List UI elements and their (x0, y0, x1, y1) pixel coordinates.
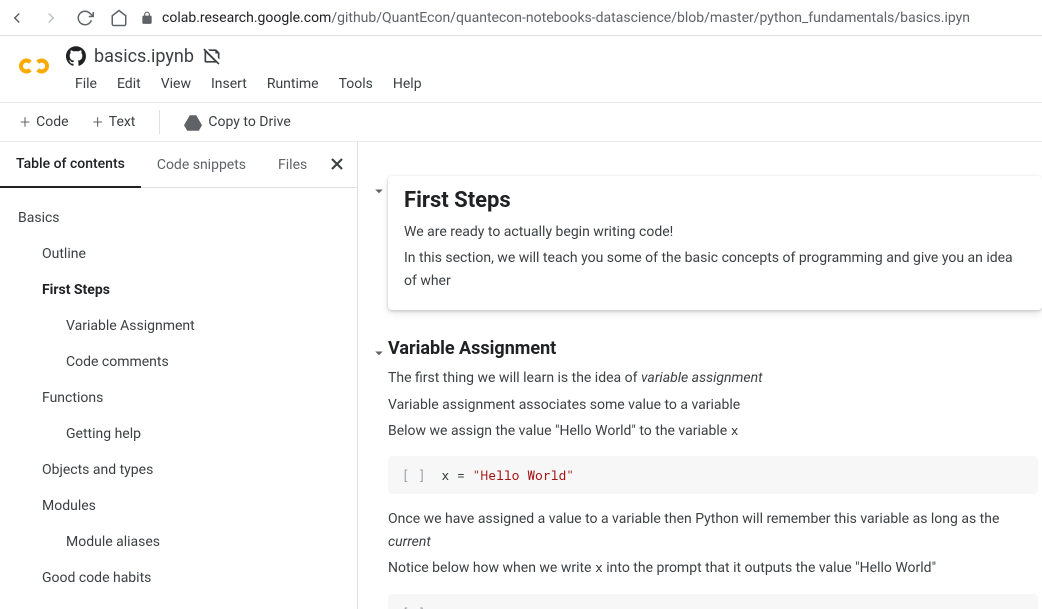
title-row: basics.ipynb (66, 42, 1026, 70)
drive-icon (184, 113, 202, 131)
back-icon[interactable] (8, 9, 26, 27)
add-text-button[interactable]: +Text (85, 106, 144, 139)
collapse-icon[interactable] (370, 344, 388, 362)
table-of-contents: Basics Outline First Steps Variable Assi… (0, 188, 357, 608)
toc-item-code-comments[interactable]: Code comments (0, 344, 357, 380)
var-assign-p3: Below we assign the value "Hello World" … (388, 420, 1038, 442)
browser-toolbar: colab.research.google.com/github/QuantEc… (0, 0, 1042, 36)
toc-item-modules[interactable]: Modules (0, 488, 357, 524)
menu-bar: File Edit View Insert Runtime Tools Help (66, 72, 1026, 102)
home-icon[interactable] (110, 9, 128, 27)
toc-item-module-aliases[interactable]: Module aliases (0, 524, 357, 560)
notebook-content[interactable]: _________ First Steps We are ready to ac… (358, 142, 1042, 609)
var-assign-p1: The first thing we will learn is the ide… (388, 367, 1038, 389)
forward-icon[interactable] (42, 9, 60, 27)
menu-insert[interactable]: Insert (202, 72, 256, 96)
close-icon[interactable] (327, 154, 347, 174)
toc-item-outline[interactable]: Outline (0, 236, 357, 272)
cell-gutter: [ ] (402, 466, 425, 484)
code-cell-2[interactable]: [ ] x (388, 594, 1038, 609)
code-cell-1[interactable]: [ ] x = "Hello World" (388, 456, 1038, 494)
menu-edit[interactable]: Edit (108, 72, 150, 96)
first-steps-p2: In this section, we will teach you some … (404, 247, 1026, 292)
after1-p1: Once we have assigned a value to a varia… (388, 508, 1038, 553)
nav-buttons (8, 9, 128, 27)
toc-item-functions[interactable]: Functions (0, 380, 357, 416)
menu-view[interactable]: View (152, 72, 200, 96)
add-code-button[interactable]: +Code (12, 106, 77, 139)
after1-p2: Notice below how when we write x into th… (388, 557, 1038, 579)
address-bar[interactable]: colab.research.google.com/github/QuantEc… (140, 10, 1034, 26)
github-icon[interactable] (66, 46, 86, 66)
menu-help[interactable]: Help (384, 72, 431, 96)
cell-gutter: [ ] (402, 604, 425, 609)
no-save-icon (202, 46, 222, 66)
copy-to-drive-button[interactable]: Copy to Drive (176, 107, 298, 137)
code-text: x (441, 604, 449, 609)
collapse-icon[interactable] (370, 182, 388, 200)
reload-icon[interactable] (76, 9, 94, 27)
colab-logo-icon[interactable] (16, 48, 52, 84)
toc-item-variable-assignment[interactable]: Variable Assignment (0, 308, 357, 344)
colab-header: basics.ipynb File Edit View Insert Runti… (0, 36, 1042, 102)
sidebar-tabs: Table of contents Code snippets Files (0, 142, 357, 188)
toolbar-separator (159, 110, 160, 134)
menu-runtime[interactable]: Runtime (258, 72, 328, 96)
toc-item-getting-help[interactable]: Getting help (0, 416, 357, 452)
sidebar: Table of contents Code snippets Files Ba… (0, 142, 358, 609)
toc-item-first-steps[interactable]: First Steps (0, 272, 357, 308)
lock-icon (140, 11, 154, 25)
menu-tools[interactable]: Tools (330, 72, 382, 96)
var-assign-heading: Variable Assignment (388, 338, 1038, 359)
first-steps-p1: We are ready to actually begin writing c… (404, 221, 1026, 243)
variable-assignment-section: Variable Assignment The first thing we w… (388, 338, 1042, 609)
url-text: colab.research.google.com/github/QuantEc… (162, 10, 970, 26)
tab-snippets[interactable]: Code snippets (141, 143, 262, 187)
tab-toc[interactable]: Table of contents (0, 142, 141, 188)
first-steps-heading: First Steps (404, 188, 1026, 213)
code-text: x = "Hello World" (441, 466, 574, 484)
menu-file[interactable]: File (66, 72, 106, 96)
toolbar: +Code +Text Copy to Drive (0, 102, 1042, 142)
first-steps-card: First Steps We are ready to actually beg… (388, 176, 1042, 310)
toc-item-basics[interactable]: Basics (0, 200, 357, 236)
toc-item-objects-types[interactable]: Objects and types (0, 452, 357, 488)
doc-title[interactable]: basics.ipynb (94, 46, 194, 67)
toc-item-good-code-habits[interactable]: Good code habits (0, 560, 357, 596)
tab-files[interactable]: Files (262, 143, 323, 187)
var-assign-p2: Variable assignment associates some valu… (388, 394, 1038, 416)
main-area: Table of contents Code snippets Files Ba… (0, 142, 1042, 609)
